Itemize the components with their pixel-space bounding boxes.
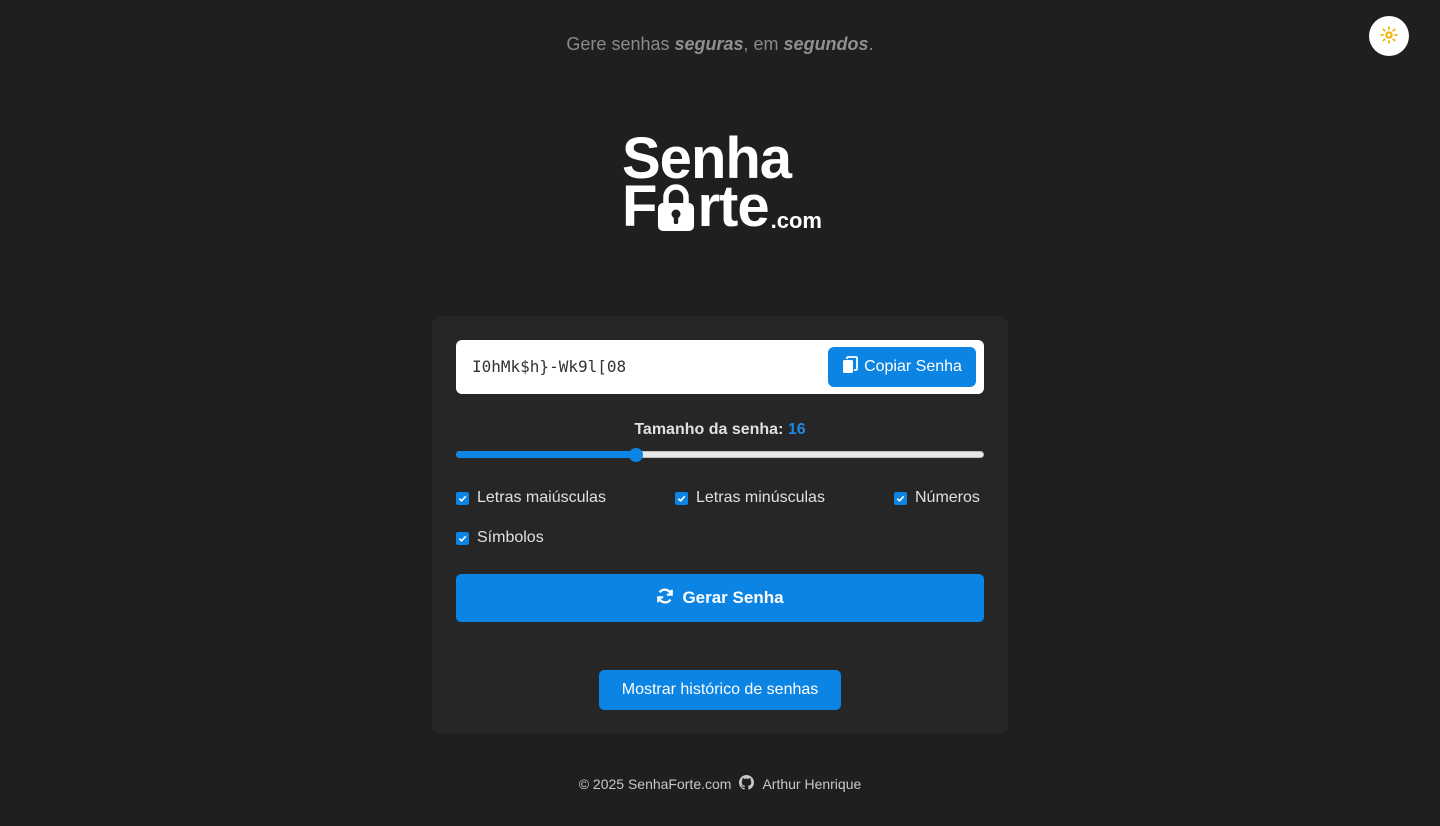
padlock-icon bbox=[656, 184, 696, 232]
length-label-text: Tamanho da senha: bbox=[634, 421, 784, 438]
tagline-prefix: Gere senhas bbox=[566, 34, 675, 54]
numbers-checkbox[interactable] bbox=[894, 491, 907, 505]
copy-password-button[interactable]: Copiar Senha bbox=[828, 347, 976, 387]
lowercase-label: Letras minúsculas bbox=[696, 489, 825, 506]
copy-icon bbox=[842, 355, 858, 379]
footer: © 2025 SenhaForte.com Arthur Henrique bbox=[0, 775, 1440, 793]
option-symbols[interactable]: Símbolos bbox=[456, 529, 544, 547]
copy-password-label: Copiar Senha bbox=[864, 358, 962, 375]
option-lowercase[interactable]: Letras minúsculas bbox=[675, 489, 825, 507]
logo-forte-line: F rte .com bbox=[622, 178, 822, 236]
slider-fill bbox=[456, 451, 636, 458]
logo-com: .com bbox=[770, 208, 822, 233]
length-label: Tamanho da senha: 16 bbox=[432, 421, 1008, 439]
page: Gere senhas seguras, em segundos. Senha … bbox=[0, 0, 1440, 826]
length-slider[interactable] bbox=[456, 448, 984, 462]
password-value[interactable]: I0hMk$h}-Wk9l[08 bbox=[472, 340, 626, 394]
footer-author-link[interactable]: Arthur Henrique bbox=[762, 776, 861, 792]
option-numbers[interactable]: Números bbox=[894, 489, 980, 507]
tagline-emphasis-segundos: segundos bbox=[783, 34, 869, 54]
symbols-label: Símbolos bbox=[477, 529, 544, 546]
length-value: 16 bbox=[787, 421, 806, 438]
uppercase-checkbox[interactable] bbox=[456, 491, 469, 505]
show-history-button[interactable]: Mostrar histórico de senhas bbox=[599, 670, 841, 710]
tagline-emphasis-seguras: seguras bbox=[674, 34, 744, 54]
generate-password-label: Gerar Senha bbox=[682, 588, 784, 607]
generator-card: I0hMk$h}-Wk9l[08 Copiar Senha Tamanho da… bbox=[432, 316, 1008, 734]
theme-toggle-button[interactable] bbox=[1369, 16, 1409, 56]
sun-icon bbox=[1380, 25, 1398, 47]
symbols-checkbox[interactable] bbox=[456, 531, 469, 545]
refresh-icon bbox=[656, 587, 674, 610]
footer-copyright: © 2025 SenhaForte.com bbox=[578, 776, 732, 792]
numbers-label: Números bbox=[915, 489, 980, 506]
slider-thumb[interactable] bbox=[628, 448, 643, 462]
github-icon[interactable] bbox=[739, 775, 755, 793]
password-output: I0hMk$h}-Wk9l[08 Copiar Senha bbox=[456, 340, 984, 394]
uppercase-label: Letras maiúsculas bbox=[477, 489, 606, 506]
tagline-suffix: . bbox=[868, 34, 874, 54]
tagline: Gere senhas seguras, em segundos. bbox=[0, 34, 1440, 55]
site-logo: Senha F rte .com bbox=[622, 126, 842, 236]
option-uppercase[interactable]: Letras maiúsculas bbox=[456, 489, 606, 507]
generate-password-button[interactable]: Gerar Senha bbox=[456, 574, 984, 622]
tagline-middle: , em bbox=[743, 34, 784, 54]
lowercase-checkbox[interactable] bbox=[675, 491, 688, 505]
logo-f: F bbox=[622, 174, 657, 239]
logo-rte: rte bbox=[697, 174, 769, 239]
